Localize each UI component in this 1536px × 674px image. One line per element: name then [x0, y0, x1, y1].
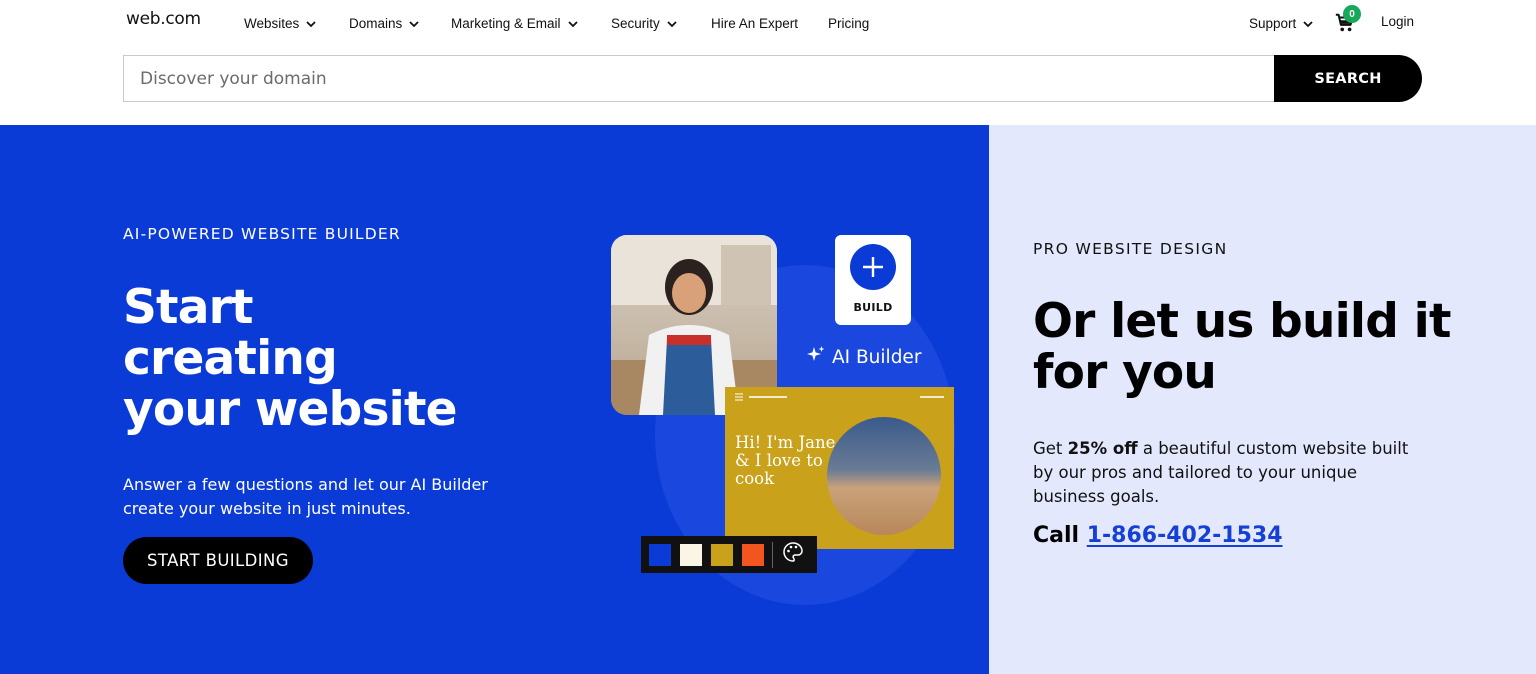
nav-domains-label: Domains: [349, 16, 403, 31]
build-card: BUILD: [835, 235, 911, 325]
chevron-down-icon: [305, 18, 317, 30]
sparkle-icon: [806, 345, 826, 370]
discount-text: 25% off: [1067, 439, 1138, 458]
call-label: Call: [1033, 523, 1087, 548]
hero-title-line: your website: [123, 382, 458, 437]
cooking-photo: [827, 417, 941, 535]
cart-count-badge: 0: [1343, 5, 1361, 23]
swatch-mustard[interactable]: [711, 543, 733, 566]
nav-security-label: Security: [611, 16, 660, 31]
hero-subtitle: Answer a few questions and let our AI Bu…: [123, 475, 488, 518]
login-link[interactable]: Login: [1381, 14, 1414, 29]
color-palette: [641, 536, 817, 573]
call-line: Call 1-866-402-1534: [1033, 523, 1283, 548]
ai-builder-text: AI Builder: [832, 347, 922, 368]
nav-support-label: Support: [1249, 16, 1297, 31]
palette-icon[interactable]: [782, 541, 804, 568]
website-preview-card: Hi! I'm Jane, & I love to cook: [725, 387, 954, 549]
nav-marketing-email-label: Marketing & Email: [451, 16, 561, 31]
top-navigation: web.com Websites Domains Marketing & Ema…: [0, 0, 1536, 48]
nav-hire-an-expert-label: Hire An Expert: [711, 16, 799, 31]
hero-title-line: creating: [123, 331, 338, 386]
phone-link[interactable]: 1-866-402-1534: [1087, 523, 1283, 548]
swatch-cream[interactable]: [680, 543, 702, 566]
nav-domains[interactable]: Domains: [349, 16, 420, 31]
chevron-down-icon: [1302, 18, 1314, 30]
swatch-orange[interactable]: [742, 543, 764, 566]
hero-title-line: Start: [123, 280, 253, 335]
nav-support[interactable]: Support: [1249, 16, 1314, 31]
hero-title: Start creating your website: [123, 282, 543, 435]
chevron-down-icon: [408, 18, 420, 30]
start-building-button[interactable]: START BUILDING: [123, 537, 313, 584]
pro-description: Get 25% off a beautiful custom website b…: [1033, 437, 1413, 509]
nav-hire-an-expert[interactable]: Hire An Expert: [711, 16, 798, 31]
nav-websites[interactable]: Websites: [244, 16, 317, 31]
plus-icon: [850, 244, 896, 290]
nav-marketing-email[interactable]: Marketing & Email: [451, 16, 579, 31]
palette-divider: [772, 541, 773, 568]
pro-eyebrow: PRO WEBSITE DESIGN: [1033, 240, 1228, 258]
pro-title: Or let us build it for you: [1033, 294, 1451, 400]
pro-design-panel: PRO WEBSITE DESIGN Or let us build it fo…: [989, 125, 1536, 674]
nav-websites-label: Websites: [244, 16, 300, 31]
ai-builder-label: AI Builder: [806, 345, 921, 370]
search-button[interactable]: SEARCH: [1274, 55, 1422, 102]
chevron-down-icon: [666, 18, 678, 30]
swatch-blue[interactable]: [649, 543, 671, 566]
domain-search-input[interactable]: [123, 55, 1276, 102]
preview-menu-bar: [725, 387, 954, 405]
hero-eyebrow: AI-POWERED WEBSITE BUILDER: [123, 225, 401, 243]
build-label: BUILD: [853, 301, 893, 314]
pro-description-prefix: Get: [1033, 439, 1068, 458]
chevron-down-icon: [567, 18, 579, 30]
hero-ai-builder: AI-POWERED WEBSITE BUILDER Start creatin…: [0, 125, 989, 674]
nav-pricing[interactable]: Pricing: [828, 16, 869, 31]
logo[interactable]: web.com: [126, 9, 201, 29]
nav-security[interactable]: Security: [611, 16, 678, 31]
nav-pricing-label: Pricing: [828, 16, 870, 31]
